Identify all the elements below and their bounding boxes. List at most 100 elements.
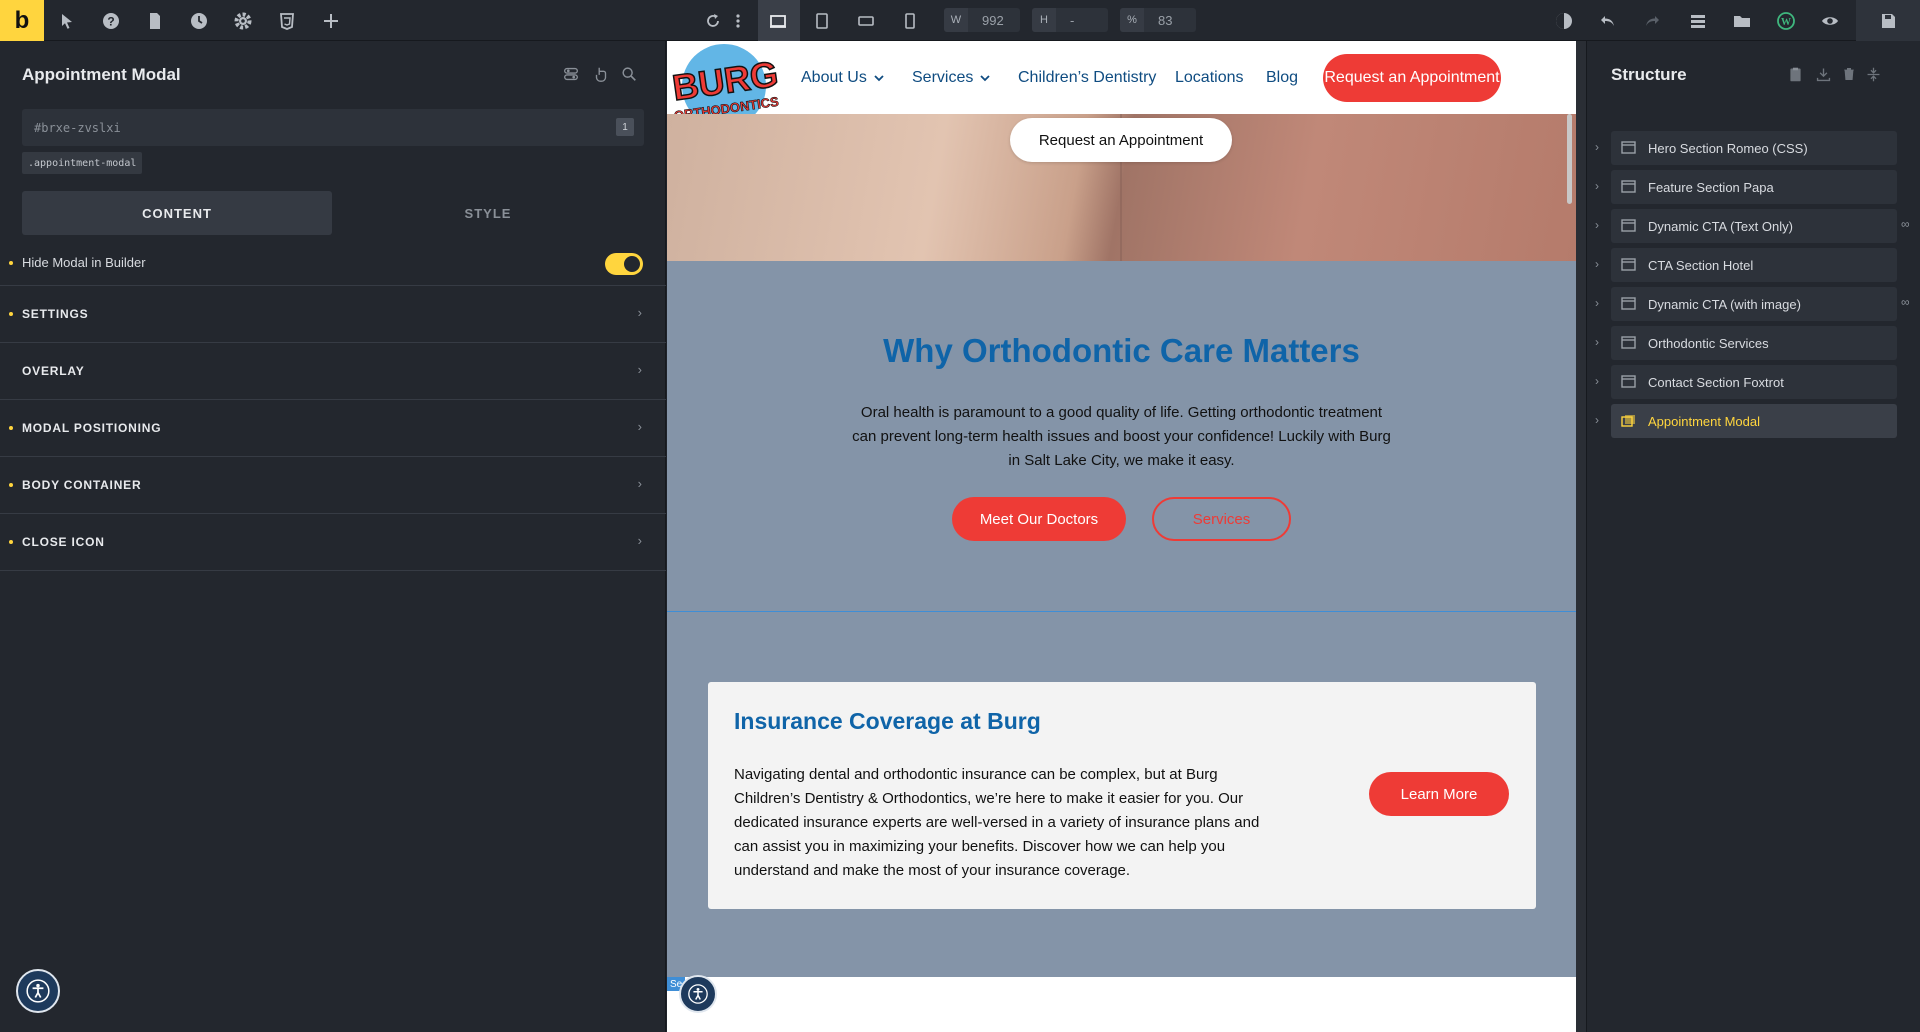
expand-caret-icon[interactable]: › — [1595, 218, 1599, 232]
chevron-right-icon: › — [637, 419, 642, 434]
site-accessibility-button[interactable] — [679, 975, 717, 1013]
element-id-value: #brxe-zvslxi — [34, 120, 121, 135]
expand-caret-icon[interactable]: › — [1595, 179, 1599, 193]
learn-more-button[interactable]: Learn More — [1369, 772, 1509, 816]
width-label: W — [944, 8, 968, 32]
expand-caret-icon[interactable]: › — [1595, 140, 1599, 154]
css-icon[interactable] — [274, 8, 300, 34]
tablet-portrait-icon[interactable] — [809, 8, 835, 34]
tab-content[interactable]: CONTENT — [22, 191, 332, 235]
structure-item-label: Feature Section Papa — [1648, 180, 1774, 195]
section-label: OVERLAY — [22, 364, 85, 378]
structure-item-appointment-modal[interactable]: Appointment Modal — [1611, 404, 1897, 438]
trash-icon[interactable] — [1839, 64, 1859, 84]
structure-item-feature-section-papa[interactable]: Feature Section Papa — [1611, 170, 1897, 204]
wordpress-icon[interactable]: W — [1773, 8, 1799, 34]
builder-logo[interactable]: b — [0, 0, 44, 41]
svg-text:?: ? — [107, 15, 114, 29]
expand-caret-icon[interactable]: › — [1595, 257, 1599, 271]
chevron-right-icon: › — [637, 305, 642, 320]
desktop-breakpoint-icon[interactable] — [765, 8, 791, 34]
insurance-section: Insurance Coverage at Burg Navigating de… — [667, 611, 1576, 977]
toggle-view-icon[interactable] — [561, 64, 581, 84]
search-icon[interactable] — [619, 64, 639, 84]
structure-item-contact-section-foxtrot[interactable]: Contact Section Foxtrot — [1611, 365, 1897, 399]
download-icon[interactable] — [1813, 64, 1833, 84]
modified-dot — [9, 426, 13, 430]
clipboard-icon[interactable] — [1785, 64, 1805, 84]
chevron-down-icon — [980, 75, 990, 82]
structure-item-dynamic-cta-with-image[interactable]: Dynamic CTA (with image) — [1611, 287, 1897, 321]
meet-our-doctors-button[interactable]: Meet Our Doctors — [952, 497, 1126, 541]
section-body-container[interactable]: BODY CONTAINER › — [0, 457, 666, 514]
chevron-right-icon: › — [637, 476, 642, 491]
section-label: SETTINGS — [22, 307, 89, 321]
expand-caret-icon[interactable]: › — [1595, 296, 1599, 310]
interactions-hand-icon[interactable] — [591, 64, 611, 84]
mobile-landscape-icon[interactable] — [853, 8, 879, 34]
nav-locations[interactable]: Locations — [1175, 69, 1244, 87]
structure-item-hero-section-romeo[interactable]: Hero Section Romeo (CSS) — [1611, 131, 1897, 165]
folder-icon[interactable] — [1729, 8, 1755, 34]
tab-style[interactable]: STYLE — [333, 191, 643, 235]
structure-title: Structure — [1611, 65, 1687, 84]
nav-label: Services — [912, 69, 974, 86]
nav-blog[interactable]: Blog — [1266, 69, 1298, 87]
history-clock-icon[interactable] — [186, 8, 212, 34]
section-icon — [1621, 297, 1636, 310]
expand-caret-icon[interactable]: › — [1595, 374, 1599, 388]
section-modal-positioning[interactable]: MODAL POSITIONING › — [0, 400, 666, 457]
hide-modal-toggle[interactable] — [605, 253, 643, 275]
hero-request-appointment-button[interactable]: Request an Appointment — [1010, 118, 1232, 162]
mobile-portrait-icon[interactable] — [897, 8, 923, 34]
accessibility-icon — [688, 984, 708, 1004]
canvas-scrollbar[interactable] — [1567, 114, 1572, 204]
builder-canvas[interactable]: BURG ORTHODONTICS About Us Services Chil… — [667, 41, 1576, 1032]
more-options-icon[interactable] — [725, 8, 751, 34]
section-overlay[interactable]: OVERLAY › — [0, 343, 666, 400]
add-element-plus-icon[interactable] — [318, 8, 344, 34]
canvas-height-field[interactable]: H - — [1032, 8, 1108, 32]
services-button[interactable]: Services — [1152, 497, 1291, 541]
theme-contrast-icon[interactable] — [1551, 8, 1577, 34]
structure-layers-icon[interactable] — [1685, 8, 1711, 34]
linked-component-icon: ∞ — [1901, 217, 1910, 231]
reload-icon[interactable] — [700, 8, 726, 34]
canvas-width-field[interactable]: W 992 — [944, 8, 1020, 32]
section-label: BODY CONTAINER — [22, 478, 142, 492]
element-id-field[interactable]: #brxe-zvslxi 1 — [22, 109, 644, 146]
preview-eye-icon[interactable] — [1817, 8, 1843, 34]
pages-icon[interactable] — [142, 8, 168, 34]
redo-icon[interactable] — [1639, 8, 1665, 34]
expand-caret-icon[interactable]: › — [1595, 413, 1599, 427]
canvas-zoom-field[interactable]: % 83 — [1120, 8, 1196, 32]
structure-item-cta-section-hotel[interactable]: CTA Section Hotel — [1611, 248, 1897, 282]
save-disk-icon[interactable] — [1875, 8, 1901, 34]
zoom-label: % — [1120, 8, 1144, 32]
id-count-badge: 1 — [616, 118, 634, 136]
expand-caret-icon[interactable]: › — [1595, 335, 1599, 349]
nav-childrens-dentistry[interactable]: Children’s Dentistry — [1018, 69, 1156, 87]
height-label: H — [1032, 8, 1056, 32]
section-close-icon[interactable]: CLOSE ICON › — [0, 514, 666, 571]
structure-item-dynamic-cta-text-only[interactable]: Dynamic CTA (Text Only) — [1611, 209, 1897, 243]
settings-gear-icon[interactable] — [230, 8, 256, 34]
section-icon — [1621, 258, 1636, 271]
select-cursor-icon[interactable] — [54, 8, 80, 34]
site-header: BURG ORTHODONTICS About Us Services Chil… — [667, 41, 1576, 128]
undo-icon[interactable] — [1595, 8, 1621, 34]
nav-services[interactable]: Services — [912, 69, 991, 87]
nav-request-appointment-button[interactable]: Request an Appointment — [1323, 54, 1501, 102]
nav-about-us[interactable]: About Us — [801, 69, 885, 87]
collapse-all-icon[interactable] — [1863, 64, 1883, 84]
accessibility-button[interactable] — [16, 969, 60, 1013]
hide-modal-setting: Hide Modal in Builder — [0, 240, 666, 286]
css-class-chip[interactable]: .appointment-modal — [22, 152, 143, 174]
section-settings[interactable]: SETTINGS › — [0, 286, 666, 343]
builder-app: b ? W 992 H - % 83 W Appointment Modal #… — [0, 0, 1920, 1032]
nav-label: Children’s Dentistry — [1018, 69, 1157, 86]
help-icon[interactable]: ? — [98, 8, 124, 34]
structure-item-orthodontic-services[interactable]: Orthodontic Services — [1611, 326, 1897, 360]
insurance-text: Navigating dental and orthodontic insura… — [734, 766, 1260, 879]
why-text: Oral health is paramount to a good quali… — [852, 404, 1391, 469]
